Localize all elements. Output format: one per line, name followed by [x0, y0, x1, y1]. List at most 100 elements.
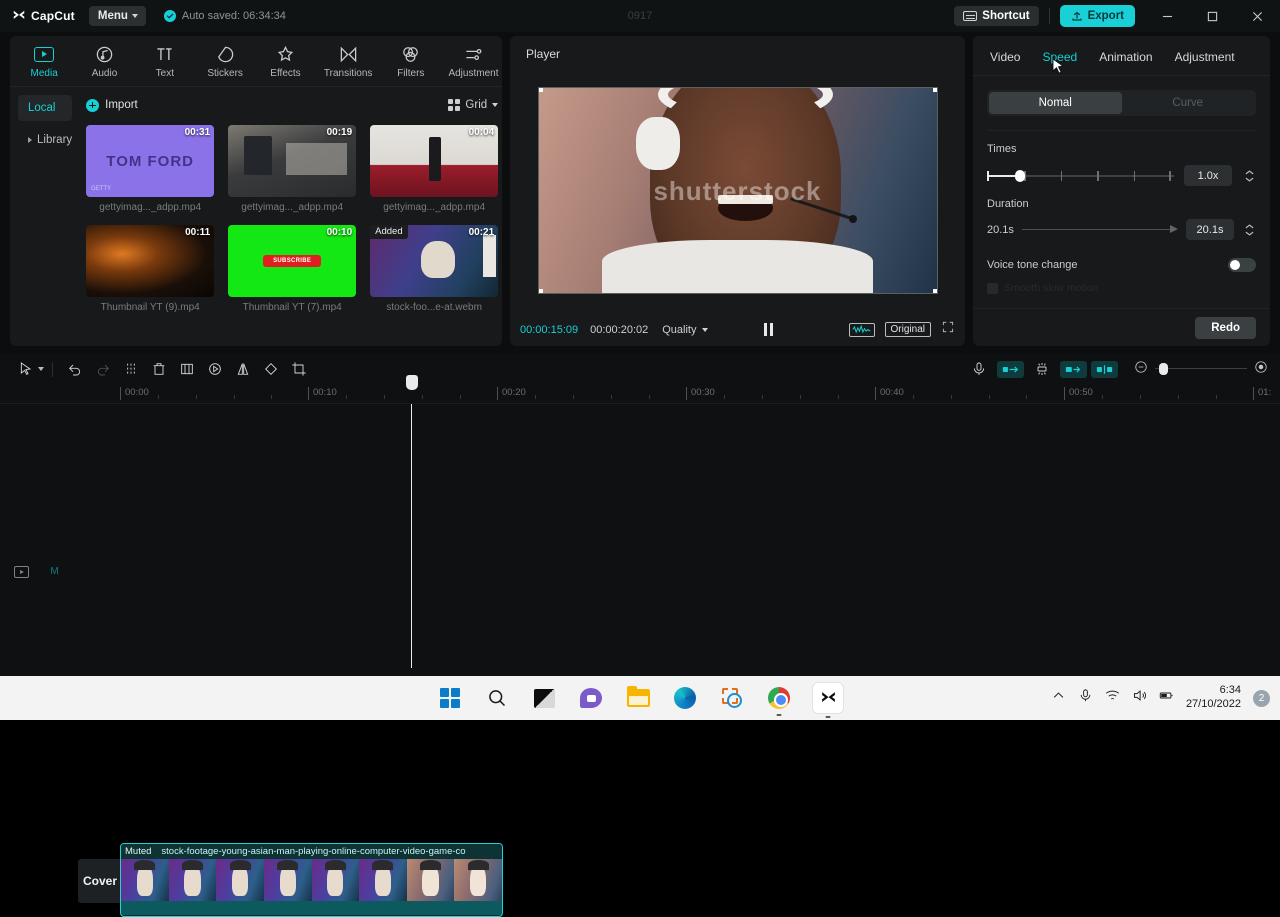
timeline-clip[interactable]: Muted stock-footage-young-asian-man-play… [120, 843, 503, 917]
media-item[interactable]: TOM FORD GETTY 00:31 gettyimag..._adpp.m… [86, 125, 215, 213]
show-hidden-icons-icon[interactable] [1051, 688, 1066, 708]
widgets-icon[interactable] [531, 685, 557, 711]
media-thumbnail[interactable]: 00:19 [228, 125, 357, 197]
times-slider[interactable] [987, 167, 1174, 185]
zoom-out-icon[interactable] [1134, 360, 1148, 379]
close-button[interactable] [1235, 0, 1280, 32]
media-thumbnail[interactable]: 00:11 [86, 225, 215, 297]
split-icon[interactable] [117, 357, 145, 381]
duration-value-input[interactable]: 20.1s [1186, 219, 1234, 240]
file-explorer-icon[interactable] [625, 685, 651, 711]
media-item[interactable]: 00:04 gettyimag..._adpp.mp4 [370, 125, 499, 213]
playhead-grip[interactable] [405, 375, 418, 390]
undo-icon[interactable] [61, 357, 89, 381]
pause-button[interactable] [763, 323, 773, 336]
media-item[interactable]: SUBSCRIBE 00:10 Thumbnail YT (7).mp4 [228, 225, 357, 313]
tab-audio[interactable]: Audio [84, 44, 124, 79]
fullscreen-icon[interactable] [941, 320, 955, 339]
battery-icon[interactable] [1159, 688, 1174, 708]
speed-mode-curve[interactable]: Curve [1122, 92, 1255, 114]
delete-icon[interactable] [145, 357, 173, 381]
voice-tone-toggle[interactable] [1228, 258, 1256, 272]
import-button[interactable]: Import [86, 98, 138, 112]
tab-filters[interactable]: Filters [391, 44, 431, 79]
tab-animation[interactable]: Animation [1099, 50, 1152, 64]
start-icon[interactable] [437, 685, 463, 711]
teams-icon[interactable] [578, 685, 604, 711]
duration-stepper[interactable] [1242, 223, 1256, 236]
original-ratio-button[interactable]: Original [884, 322, 931, 337]
playhead[interactable] [405, 375, 418, 668]
chevron-right-icon [28, 137, 32, 143]
media-item[interactable]: 00:19 gettyimag..._adpp.mp4 [228, 125, 357, 213]
search-icon[interactable] [484, 685, 510, 711]
minimize-button[interactable] [1145, 0, 1190, 32]
media-thumbnail[interactable]: SUBSCRIBE 00:10 [228, 225, 357, 297]
media-item[interactable]: Added 00:21 stock-foo...e-at.webm [370, 225, 499, 313]
tab-effects[interactable]: Effects [265, 44, 305, 79]
resize-handle[interactable] [538, 289, 543, 293]
freeze-frame-icon[interactable] [173, 357, 201, 381]
redo-icon[interactable] [89, 357, 117, 381]
zoom-in-icon[interactable] [1254, 360, 1268, 379]
fit-to-window-icon[interactable] [1060, 360, 1087, 378]
resize-handle[interactable] [932, 289, 937, 293]
redo-button[interactable]: Redo [1195, 316, 1256, 339]
tab-speed[interactable]: Speed [1042, 50, 1077, 64]
sidebar-item-library[interactable]: Library [18, 127, 72, 153]
tab-adjustment[interactable]: Adjustment [1175, 50, 1235, 64]
view-mode-dropdown[interactable]: Grid [448, 99, 499, 111]
split-view-icon[interactable] [1091, 360, 1118, 378]
record-voiceover-icon[interactable] [965, 357, 993, 381]
resize-handle[interactable] [932, 88, 937, 92]
rotate-icon[interactable] [257, 357, 285, 381]
tab-video[interactable]: Video [990, 50, 1020, 64]
capcut-icon[interactable] [813, 683, 843, 718]
quality-dropdown[interactable]: Quality [662, 324, 708, 336]
resize-handle[interactable] [538, 88, 543, 92]
times-stepper[interactable] [1242, 169, 1256, 182]
timeline-ruler[interactable]: 00:00 00:10 00:20 00:30 00:40 00:50 01: [0, 384, 1280, 404]
tab-media[interactable]: Media [24, 44, 64, 79]
notification-badge[interactable]: 2 [1253, 689, 1270, 707]
slider-knob[interactable] [1015, 169, 1026, 182]
cover-button[interactable]: Cover [78, 859, 122, 903]
select-tool-icon[interactable] [12, 357, 40, 381]
zoom-slider[interactable] [1155, 363, 1247, 375]
media-thumbnail[interactable]: Added 00:21 [370, 225, 499, 297]
video-preview[interactable]: shutterstock [537, 87, 938, 294]
slider-knob[interactable] [1159, 363, 1168, 375]
media-thumbnail[interactable]: TOM FORD GETTY 00:31 [86, 125, 215, 197]
tab-text[interactable]: Text [145, 44, 185, 79]
tab-transitions[interactable]: Transitions [324, 44, 372, 79]
speed-mode-normal[interactable]: Nomal [989, 92, 1122, 114]
tab-stickers[interactable]: Stickers [205, 44, 245, 79]
microphone-icon[interactable] [1078, 688, 1093, 708]
wifi-icon[interactable] [1105, 688, 1120, 708]
edge-icon[interactable] [672, 685, 698, 711]
media-item[interactable]: 00:11 Thumbnail YT (9).mp4 [86, 225, 215, 313]
mirror-icon[interactable] [229, 357, 257, 381]
speed-divider [987, 130, 1256, 131]
export-button[interactable]: Export [1059, 5, 1135, 27]
media-thumbnail[interactable]: 00:04 [370, 125, 499, 197]
track-mute-icon[interactable]: M [47, 564, 62, 579]
volume-icon[interactable] [1132, 688, 1147, 708]
track-preview-toggle-icon[interactable] [14, 565, 29, 578]
chevron-down-icon[interactable] [38, 367, 44, 371]
snipping-tool-icon[interactable] [719, 685, 745, 711]
shortcut-button[interactable]: Shortcut [954, 6, 1039, 26]
crop-icon[interactable] [285, 357, 313, 381]
sidebar-item-local[interactable]: Local [18, 95, 73, 121]
times-value-input[interactable]: 1.0x [1184, 165, 1232, 186]
maximize-button[interactable] [1190, 0, 1235, 32]
menu-button[interactable]: Menu [88, 6, 146, 26]
adsorption-icon[interactable] [1028, 357, 1056, 381]
chrome-icon[interactable] [766, 685, 792, 716]
tab-adjustment[interactable]: Adjustment [448, 44, 498, 79]
clock[interactable]: 6:34 27/10/2022 [1186, 684, 1241, 712]
auto-fit-icon[interactable] [997, 360, 1024, 378]
duration-slider[interactable] [1021, 224, 1178, 236]
waveform-icon[interactable] [848, 322, 875, 337]
reverse-icon[interactable] [201, 357, 229, 381]
